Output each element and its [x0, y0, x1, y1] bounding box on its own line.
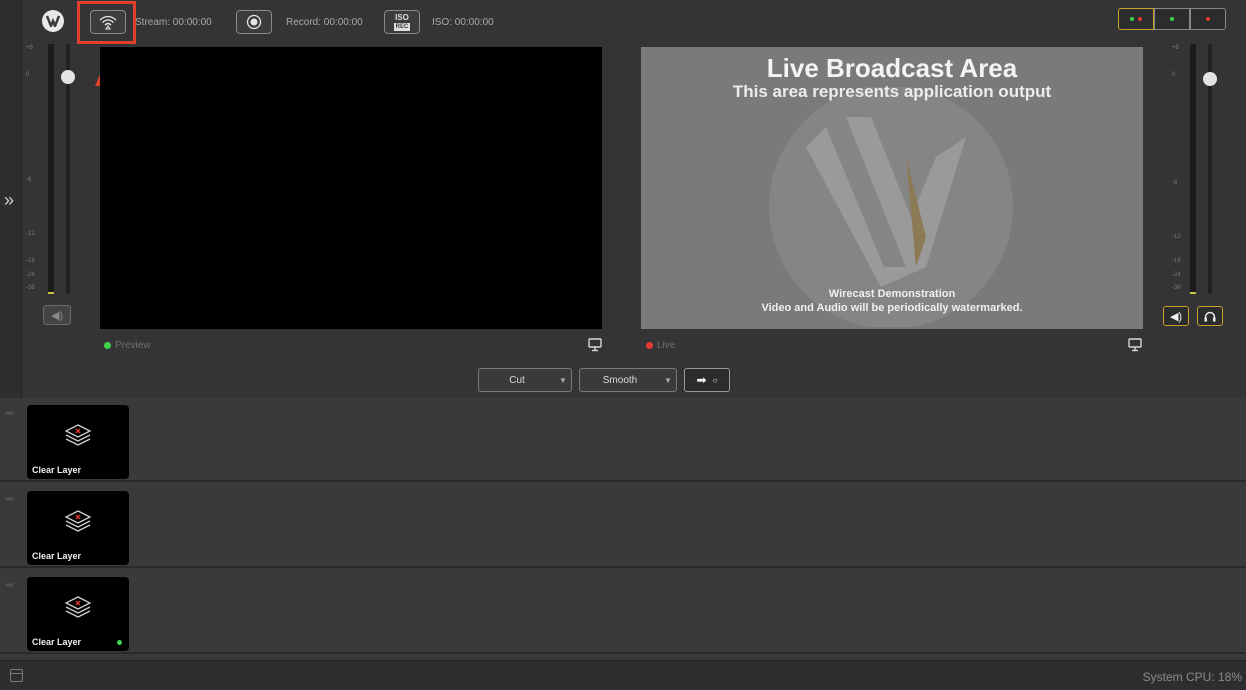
scale-tick: -36 [26, 285, 35, 291]
layer-row: ═ Clear Layer [0, 484, 1246, 568]
scale-tick: +6 [1172, 45, 1179, 51]
layer-shot-clear[interactable]: Clear Layer [27, 491, 129, 565]
stream-timer: Stream: 00:00:00 [135, 17, 212, 28]
live-indicator [646, 342, 653, 349]
status-dot-red [1206, 17, 1210, 21]
program-audio-meter: +6 0 -6 -12 -18 -24 -36 [1170, 44, 1218, 298]
preview-indicator [104, 342, 111, 349]
clear-layer-icon [64, 596, 92, 618]
scale-tick: -18 [1172, 258, 1181, 264]
scale-tick: -36 [1172, 285, 1181, 291]
live-watermark-title: Live Broadcast Area [766, 53, 1018, 83]
status-dot-green [1170, 17, 1174, 21]
preview-display-icon[interactable] [588, 338, 602, 352]
headphones-icon [1204, 311, 1216, 321]
layer-panel: ═ Clear Layer ═ Clear Layer ═ Clear Laye… [0, 398, 1246, 660]
live-watermark-footer1: Wirecast Demonstration [828, 288, 956, 300]
drag-handle-icon[interactable]: ═ [6, 408, 13, 419]
layer-row: ═ Clear Layer [0, 398, 1246, 482]
top-toolbar: Stream: 00:00:00 Record: 00:00:00 ISO RE… [22, 0, 1246, 44]
live-monitor[interactable]: Live Broadcast Area This area represents… [641, 47, 1143, 329]
level-bar [48, 44, 54, 294]
drag-handle-icon[interactable]: ═ [6, 494, 13, 505]
layer-shot-clear[interactable]: Clear Layer [27, 577, 129, 651]
record-timer: Record: 00:00:00 [286, 17, 363, 28]
wirecast-logo-icon[interactable] [42, 10, 64, 32]
speaker-icon: ◀) [1169, 310, 1183, 323]
take-transition-button[interactable]: ➡ ○ [684, 368, 730, 392]
transition-cut-select[interactable]: Cut ▼ [478, 368, 572, 392]
wirecast-window: » Stream: 00:00:00 Record: 00:00:00 ISO … [0, 0, 1246, 690]
live-display-icon[interactable] [1128, 338, 1142, 352]
headphones-button[interactable] [1197, 306, 1223, 326]
expand-panel-icon[interactable]: » [4, 190, 14, 211]
scale-tick: -12 [26, 231, 35, 237]
layer-row: ═ Clear Layer [0, 570, 1246, 654]
status-indicator-group [1118, 8, 1226, 30]
left-rail: » [0, 0, 22, 398]
record-button[interactable] [236, 10, 272, 34]
stream-status-indicator[interactable] [1118, 8, 1154, 30]
speaker-button[interactable]: ◀) [1163, 306, 1189, 326]
mute-button[interactable]: ◀) [43, 305, 71, 325]
live-label: Live [646, 340, 675, 351]
layer-shot-label: Clear Layer [32, 551, 82, 561]
status-dot-red [1138, 17, 1142, 21]
chevron-down-icon: ▼ [664, 375, 672, 385]
record-icon [246, 14, 262, 30]
arrow-right-icon: ➡ [696, 373, 707, 387]
logo-glyph [46, 15, 60, 27]
scale-tick: -6 [26, 177, 32, 183]
iso-timer: ISO: 00:00:00 [432, 17, 494, 28]
record-status-indicator[interactable] [1154, 8, 1190, 30]
status-dot-green [1130, 17, 1134, 21]
scale-tick: +6 [26, 45, 33, 51]
layer-shot-label: Clear Layer [32, 637, 82, 647]
iso-icon-top: ISO [395, 12, 409, 22]
annotation-highlight-box [77, 1, 136, 44]
preview-audio-meter: +6 0 -6 -12 -18 -24 -36 [26, 44, 75, 298]
chevron-down-icon: ▼ [559, 375, 567, 385]
live-label-text: Live [657, 340, 676, 351]
iso-record-button[interactable]: ISO REC [384, 10, 420, 34]
circle-icon: ○ [712, 375, 718, 385]
scale-tick: 0 [26, 72, 30, 78]
calendar-icon[interactable] [10, 669, 23, 682]
clear-layer-icon [64, 424, 92, 446]
iso-status-indicator[interactable] [1190, 8, 1226, 30]
level-bar [1190, 44, 1196, 294]
volume-slider-knob[interactable] [1203, 72, 1217, 86]
iso-icon-bottom: REC [393, 22, 411, 31]
preview-label-text: Preview [115, 340, 151, 351]
preview-label: Preview [104, 340, 151, 351]
scale-tick: -18 [26, 258, 35, 264]
scale-tick: -6 [1172, 180, 1178, 186]
scale-tick: -24 [1172, 272, 1181, 278]
scale-tick: 0 [1172, 72, 1176, 78]
layer-shot-label: Clear Layer [32, 465, 82, 475]
preview-monitor[interactable] [100, 47, 602, 329]
transition-smooth-label: Smooth [602, 374, 638, 386]
live-status-dot [117, 640, 122, 645]
iso-rec-icon: ISO REC [393, 12, 411, 31]
drag-handle-icon[interactable]: ═ [6, 580, 13, 591]
scale-tick: -24 [26, 272, 35, 278]
volume-slider-knob[interactable] [61, 70, 75, 84]
clear-layer-icon [64, 510, 92, 532]
live-watermark-subtitle: This area represents application output [732, 82, 1052, 101]
transition-cut-label: Cut [509, 374, 525, 386]
live-watermark-footer2: Video and Audio will be periodically wat… [761, 302, 1023, 314]
transition-smooth-select[interactable]: Smooth ▼ [579, 368, 677, 392]
speaker-muted-icon: ◀) [50, 309, 64, 322]
system-cpu-readout: System CPU: 18% [1142, 670, 1242, 684]
layer-shot-clear[interactable]: Clear Layer [27, 405, 129, 479]
status-bar: System CPU: 18% [0, 660, 1246, 690]
scale-tick: -12 [1172, 234, 1181, 240]
